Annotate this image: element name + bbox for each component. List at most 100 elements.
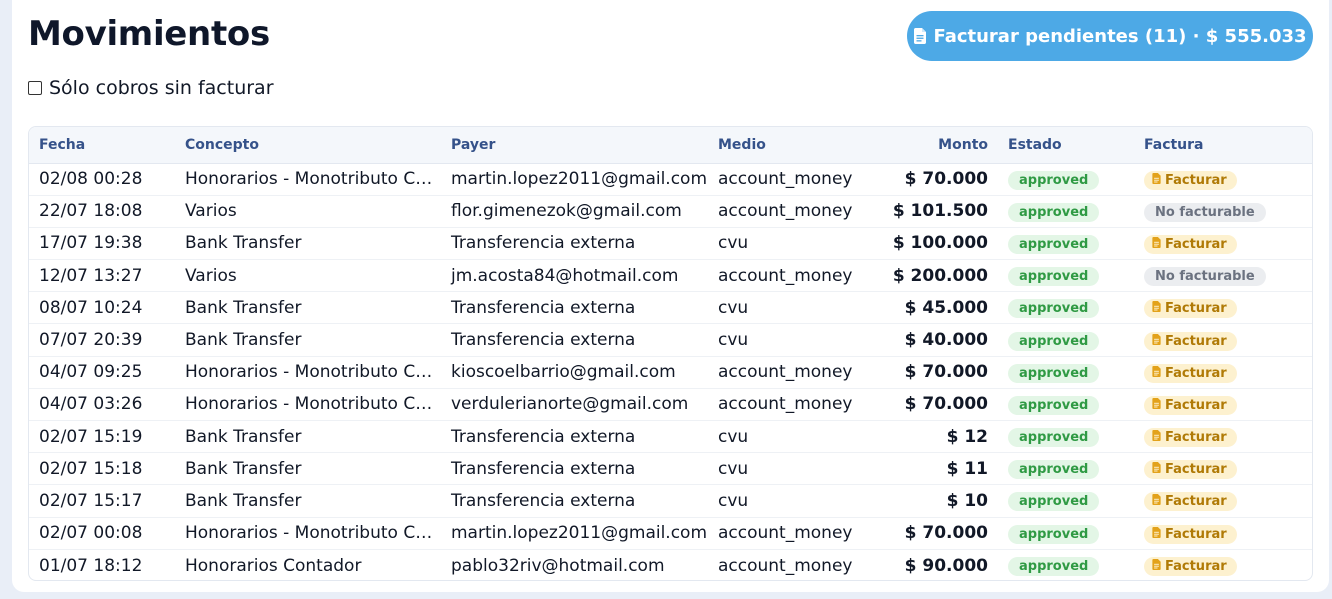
cell-payer: Transferencia externa (441, 291, 708, 325)
cell-fecha: 07/07 20:39 (29, 323, 175, 357)
cell-monto: $ 45.000 (858, 291, 998, 325)
table-row[interactable]: 04/07 09:25 Honorarios - Monotributo Co..… (29, 356, 1312, 389)
table-row[interactable]: 04/07 03:26 Honorarios - Monotributo Co..… (29, 388, 1312, 422)
invoice-action-label: Facturar (1165, 365, 1227, 381)
cell-concepto: Bank Transfer (175, 227, 441, 261)
cell-concepto: Honorarios - Monotributo Co... (175, 356, 441, 389)
status-badge: approved (1008, 331, 1100, 351)
status-badge: approved (1008, 428, 1100, 448)
table-row[interactable]: 08/07 10:24 Bank Transfer Transferencia ex… (29, 291, 1312, 325)
invoice-action-button[interactable]: Facturar (1144, 299, 1237, 319)
invoice-action-button[interactable]: Facturar (1144, 524, 1237, 544)
cell-medio: account_money (708, 517, 858, 550)
cell-medio: cvu (708, 484, 858, 518)
cell-estado: approved (998, 388, 1134, 422)
unbilled-filter-label: Sólo cobros sin facturar (49, 77, 274, 99)
table-row[interactable]: 17/07 19:38 Bank Transfer Transferencia ex… (29, 227, 1312, 261)
cell-medio: cvu (708, 227, 858, 261)
invoice-action-button[interactable]: Facturar (1144, 428, 1237, 448)
invoice-action-button[interactable]: Facturar (1144, 234, 1237, 254)
cell-fecha: 12/07 13:27 (29, 259, 175, 293)
column-header-concepto: Concepto (175, 127, 441, 164)
cell-monto: $ 90.000 (904, 555, 988, 576)
cell-fecha: 17/07 19:38 (29, 227, 175, 261)
file-invoice-icon (1152, 365, 1161, 381)
table-row[interactable]: 02/07 00:08 Honorarios - Monotributo Co..… (29, 517, 1312, 550)
cell-concepto: Bank Transfer (175, 291, 441, 325)
table-row[interactable]: 01/07 18:12 Honorarios Contador pablo32riv… (29, 549, 1312, 580)
cell-payer: martin.lopez2011@gmail.com (441, 517, 708, 550)
table-row[interactable]: 02/07 15:17 Bank Transfer Transferencia ex… (29, 484, 1312, 518)
invoice-action-button[interactable]: Facturar (1144, 331, 1237, 351)
cell-concepto: Honorarios - Monotributo Co... (175, 517, 441, 550)
table-row[interactable]: 02/08 00:28 Honorarios - Monotributo Co..… (29, 163, 1312, 196)
cell-concepto: Bank Transfer (175, 484, 441, 518)
status-badge: approved (1008, 557, 1100, 577)
cell-fecha: 02/07 15:19 (29, 420, 175, 454)
cell-factura: Facturar (1134, 323, 1312, 357)
cell-fecha: 02/07 15:17 (29, 484, 175, 518)
table-row[interactable]: 22/07 18:08 Varios flor.gimenezok@gmail.co… (29, 195, 1312, 228)
cell-concepto: Honorarios Contador (185, 555, 362, 576)
cell-payer: Transferencia externa (441, 323, 708, 357)
status-badge: approved (1008, 492, 1100, 512)
status-badge: approved (1008, 170, 1100, 190)
cell-estado: approved (998, 452, 1134, 486)
column-header-factura: Factura (1134, 127, 1312, 164)
cell-concepto: Bank Transfer (175, 420, 441, 454)
unbilled-filter[interactable]: Sólo cobros sin facturar (28, 77, 274, 99)
cell-concepto: Varios (175, 259, 441, 293)
cell-payer: martin.lopez2011@gmail.com (441, 163, 708, 196)
cell-factura: Facturar (1134, 517, 1312, 550)
cell-payer: Transferencia externa (441, 420, 708, 454)
invoice-action-button[interactable]: Facturar (1144, 460, 1237, 480)
cell-fecha: 01/07 18:12 (39, 555, 143, 576)
invoice-action-label: Facturar (1165, 462, 1227, 478)
table-row[interactable]: 12/07 13:27 Varios jm.acosta84@hotmail.com… (29, 259, 1312, 293)
cell-monto: $ 100.000 (858, 227, 998, 261)
table-row[interactable]: 02/07 15:19 Bank Transfer Transferencia ex… (29, 420, 1312, 454)
invoice-action-label: Facturar (1165, 430, 1227, 446)
invoice-action-button[interactable]: Facturar (1144, 170, 1237, 190)
cell-payer: Transferencia externa (441, 227, 708, 261)
cell-payer: Transferencia externa (441, 452, 708, 486)
status-badge: approved (1008, 202, 1100, 222)
column-header-payer: Payer (441, 127, 708, 164)
cell-estado: approved (998, 163, 1134, 196)
page-title: Movimientos (28, 14, 270, 54)
cell-estado: approved (998, 227, 1134, 261)
cell-factura: Facturar (1134, 420, 1312, 454)
cell-factura: Facturar (1134, 549, 1312, 580)
invoice-action-label: Facturar (1165, 526, 1227, 542)
table-row[interactable]: 02/07 15:18 Bank Transfer Transferencia ex… (29, 452, 1312, 486)
table-row[interactable]: 07/07 20:39 Bank Transfer Transferencia ex… (29, 323, 1312, 357)
file-invoice-icon (1152, 559, 1161, 574)
cell-monto: $ 70.000 (858, 517, 998, 550)
file-invoice-icon (1152, 526, 1161, 542)
cell-medio: account_money (708, 259, 858, 293)
invoice-action-button[interactable]: Facturar (1144, 395, 1237, 415)
cell-estado: approved (998, 484, 1134, 518)
movements-table-container: Fecha Concepto Payer Medio Monto Estado … (28, 126, 1313, 581)
status-badge: approved (1008, 395, 1100, 415)
status-badge: approved (1008, 524, 1100, 544)
cell-factura: Facturar (1134, 356, 1312, 389)
cell-monto: $ 12 (858, 420, 998, 454)
cell-medio: account_money (718, 555, 853, 576)
cell-fecha: 04/07 09:25 (29, 356, 175, 389)
invoice-action-button[interactable]: Facturar (1144, 557, 1237, 577)
cell-payer: pablo32riv@hotmail.com (451, 555, 665, 576)
cell-factura: Facturar (1134, 388, 1312, 422)
cell-factura: No facturable (1134, 259, 1312, 293)
file-invoice-icon (1152, 301, 1161, 316)
unbilled-filter-checkbox[interactable] (28, 81, 42, 95)
cell-medio: account_money (708, 195, 858, 228)
cell-medio: account_money (708, 388, 858, 422)
invoice-action-button[interactable]: Facturar (1144, 492, 1237, 512)
cell-medio: cvu (708, 323, 858, 357)
invoice-action-button[interactable]: Facturar (1144, 363, 1237, 383)
file-invoice-icon (1152, 462, 1161, 477)
invoice-pending-button[interactable]: Facturar pendientes (11) · $ 555.033 (907, 11, 1313, 61)
cell-fecha: 22/07 18:08 (29, 195, 175, 228)
invoice-action-label: Facturar (1165, 494, 1227, 510)
